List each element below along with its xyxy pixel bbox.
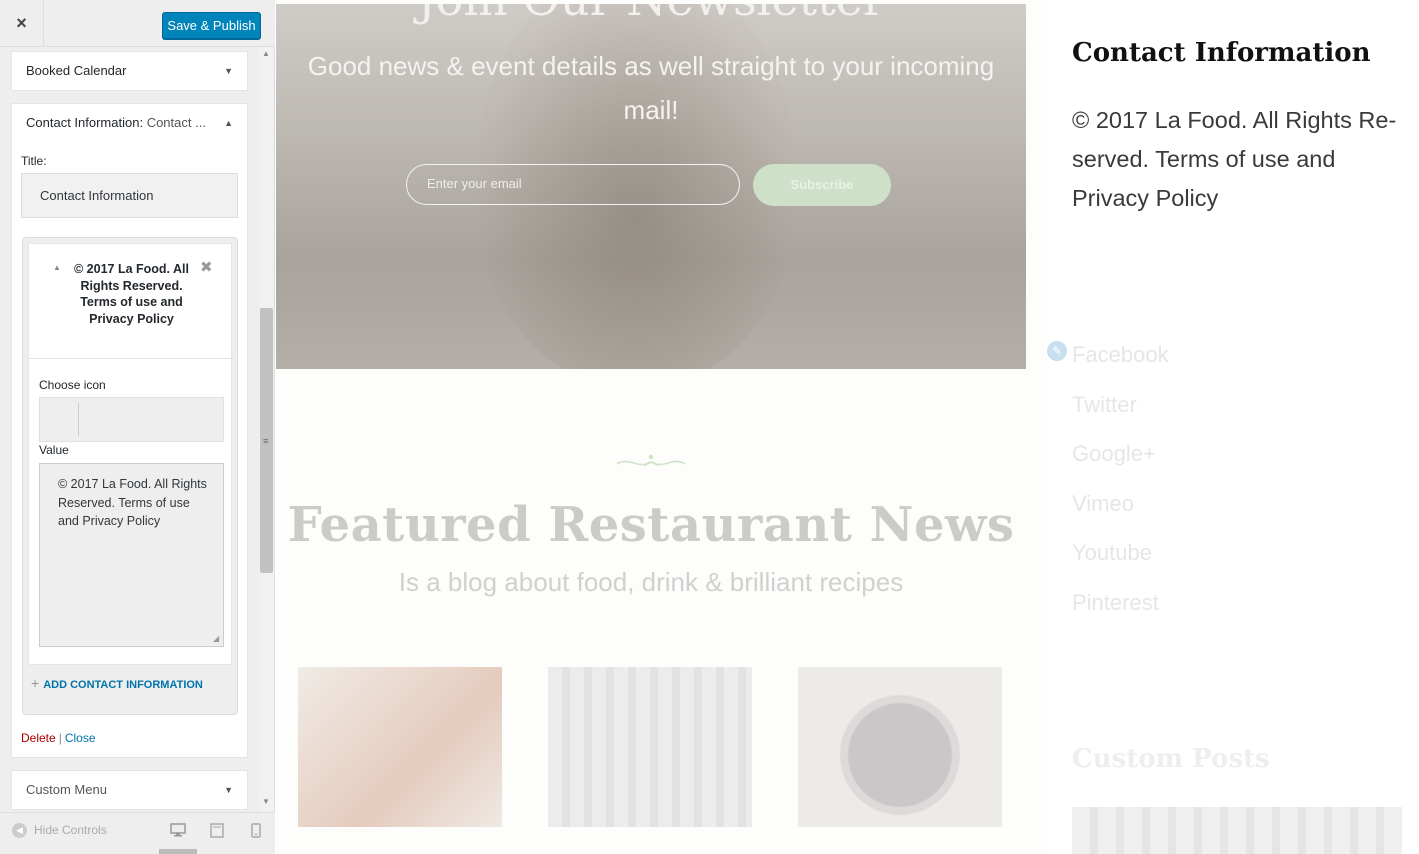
chevron-down-icon[interactable]: ▼	[224, 52, 233, 90]
title-input[interactable]: Contact Information	[21, 173, 238, 218]
widget-contact-information[interactable]: Contact Information: Contact ... ▲	[11, 103, 248, 144]
icon-picker[interactable]	[39, 397, 224, 442]
social-link-googleplus[interactable]: Google+	[1072, 441, 1156, 467]
custom-post-thumbnail[interactable]	[1072, 807, 1402, 854]
value-textarea[interactable]: © 2017 La Food. All Rights Reserved. Ter…	[39, 463, 224, 647]
collapse-icon: ◀	[12, 823, 27, 839]
newsletter-email-input[interactable]: Enter your email	[406, 164, 740, 205]
scroll-grip-icon: ≡	[263, 436, 268, 446]
add-contact-button[interactable]: + ADD CONTACT INFORMATION	[31, 675, 203, 691]
widget-custom-menu[interactable]: Custom Menu ▼	[11, 770, 248, 810]
chevron-down-icon[interactable]: ▼	[224, 771, 233, 809]
remove-icon[interactable]: ✖	[200, 258, 213, 276]
widgets-panel: Booked Calendar ▼ Contact Information: C…	[0, 47, 275, 812]
hide-controls-label: Hide Controls	[34, 823, 107, 837]
scroll-up-icon[interactable]: ▲	[262, 49, 270, 58]
featured-subtitle: Is a blog about food, drink & brilliant …	[398, 567, 904, 597]
widget-title: Contact Information:	[26, 115, 144, 130]
chevron-up-icon[interactable]: ▲	[53, 263, 61, 272]
contact-repeater: ▲ © 2017 La Food. All Rights Reserved. T…	[22, 237, 238, 715]
newsletter-subtitle: Good news & event details as well straig…	[307, 51, 995, 125]
contact-info-title: Contact Information	[1072, 38, 1371, 68]
subscribe-button[interactable]: Subscribe	[753, 164, 891, 206]
title-label: Title:	[21, 154, 47, 168]
icon-picker-divider	[78, 403, 79, 436]
tablet-icon[interactable]	[208, 823, 226, 839]
customizer-footer: ◀ Hide Controls	[0, 812, 275, 854]
choose-icon-label: Choose icon	[39, 378, 106, 392]
close-icon[interactable]: ×	[0, 0, 44, 47]
repeater-item: ▲ © 2017 La Food. All Rights Reserved. T…	[28, 243, 233, 665]
news-thumbnail[interactable]	[798, 667, 1002, 827]
repeater-item-header[interactable]: ▲ © 2017 La Food. All Rights Reserved. T…	[29, 244, 233, 359]
pencil-icon[interactable]: ✎	[1045, 339, 1069, 363]
widget-actions: Delete | Close	[21, 731, 96, 745]
ornament-icon	[616, 454, 686, 467]
featured-title: Featured Restaurant News	[287, 497, 1015, 553]
resize-handle-icon[interactable]: ◢	[213, 634, 219, 643]
close-link[interactable]: Close	[65, 731, 96, 745]
chevron-up-icon[interactable]: ▲	[224, 104, 233, 142]
news-thumbnail[interactable]	[298, 667, 502, 827]
newsletter-section: Join Our Newsletter Good news & event de…	[276, 4, 1026, 369]
mobile-icon[interactable]	[247, 823, 265, 839]
widget-contact-form: Title: Contact Information ▲ © 2017 La F…	[11, 143, 248, 758]
social-link-pinterest[interactable]: Pinterest	[1072, 590, 1159, 616]
scroll-down-icon[interactable]: ▼	[262, 797, 270, 806]
value-label: Value	[39, 443, 69, 457]
widget-booked-calendar[interactable]: Booked Calendar ▼	[11, 51, 248, 91]
add-contact-label: ADD CONTACT INFORMATION	[43, 679, 203, 691]
repeater-item-title: © 2017 La Food. All Rights Reserved. Ter…	[73, 262, 190, 326]
social-link-youtube[interactable]: Youtube	[1072, 540, 1152, 566]
social-link-facebook[interactable]: Facebook	[1072, 342, 1169, 368]
customizer-header: × Save & Publish	[0, 0, 275, 47]
customizer-sidebar: × Save & Publish Booked Calendar ▼ Conta…	[0, 0, 275, 854]
save-publish-button[interactable]: Save & Publish	[162, 12, 261, 39]
delete-link[interactable]: Delete	[21, 731, 56, 745]
custom-posts-title: Custom Posts	[1072, 744, 1270, 774]
separator: |	[58, 731, 62, 745]
social-link-vimeo[interactable]: Vimeo	[1072, 491, 1134, 517]
hide-controls-button[interactable]: ◀ Hide Controls	[12, 823, 107, 839]
widget-title: Custom Menu	[26, 782, 107, 797]
news-thumbnail[interactable]	[548, 667, 752, 827]
social-link-twitter[interactable]: Twitter	[1072, 392, 1137, 418]
widget-subtitle: Contact ...	[146, 115, 206, 130]
newsletter-title: Join Our Newsletter	[276, 4, 1026, 26]
desktop-icon[interactable]	[169, 823, 187, 839]
plus-icon: +	[31, 675, 40, 691]
widget-title: Booked Calendar	[26, 63, 127, 78]
contact-info-text: © 2017 La Food. All Rights Re-served. Te…	[1072, 107, 1397, 211]
active-device-indicator	[159, 849, 197, 854]
